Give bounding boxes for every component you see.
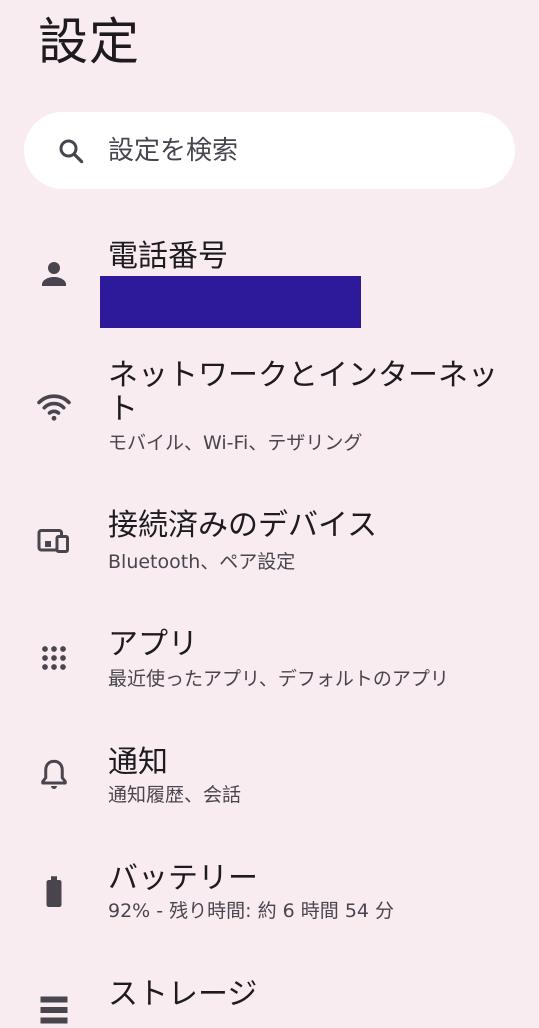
item-subtitle: 92% - 残り時間: 約 6 時間 54 分 (108, 900, 395, 922)
item-title: 電話番号 (108, 239, 228, 274)
person-icon (36, 256, 72, 292)
settings-item-apps[interactable]: アプリ 最近使ったアプリ、デフォルトのアプリ (0, 624, 539, 704)
battery-icon (36, 874, 72, 910)
item-title: ネットワークとインターネット (108, 358, 498, 427)
item-title: アプリ (108, 627, 198, 662)
item-title: ストレージ (108, 977, 258, 1012)
storage-icon (36, 992, 72, 1028)
search-icon (59, 139, 84, 164)
wifi-icon (36, 389, 72, 425)
item-title: バッテリー (108, 861, 258, 896)
item-title: 通知 (108, 745, 168, 780)
search-bar[interactable] (24, 112, 515, 189)
settings-item-battery[interactable]: バッテリー 92% - 残り時間: 約 6 時間 54 分 (0, 858, 539, 938)
item-subtitle: 通知履歴、会話 (108, 784, 242, 806)
apps-grid-icon (36, 640, 72, 676)
devices-icon (36, 523, 72, 559)
search-input[interactable]: 設定を検索 (108, 132, 238, 170)
item-subtitle: Bluetooth、ペア設定 (108, 551, 296, 573)
redacted-block (100, 276, 361, 328)
bell-icon (36, 756, 72, 792)
page-title: 設定 (38, 13, 140, 71)
settings-item-connected-devices[interactable]: 接続済みのデバイス Bluetooth、ペア設定 (0, 505, 539, 585)
settings-item-notifications[interactable]: 通知 通知履歴、会話 (0, 742, 539, 822)
settings-item-network[interactable]: ネットワークとインターネット モバイル、Wi-Fi、テザリング (0, 355, 539, 465)
settings-item-storage[interactable]: ストレージ (0, 974, 539, 1024)
item-subtitle: モバイル、Wi-Fi、テザリング (108, 432, 363, 454)
item-subtitle: 最近使ったアプリ、デフォルトのアプリ (108, 668, 449, 690)
item-title: 接続済みのデバイス (108, 508, 378, 543)
